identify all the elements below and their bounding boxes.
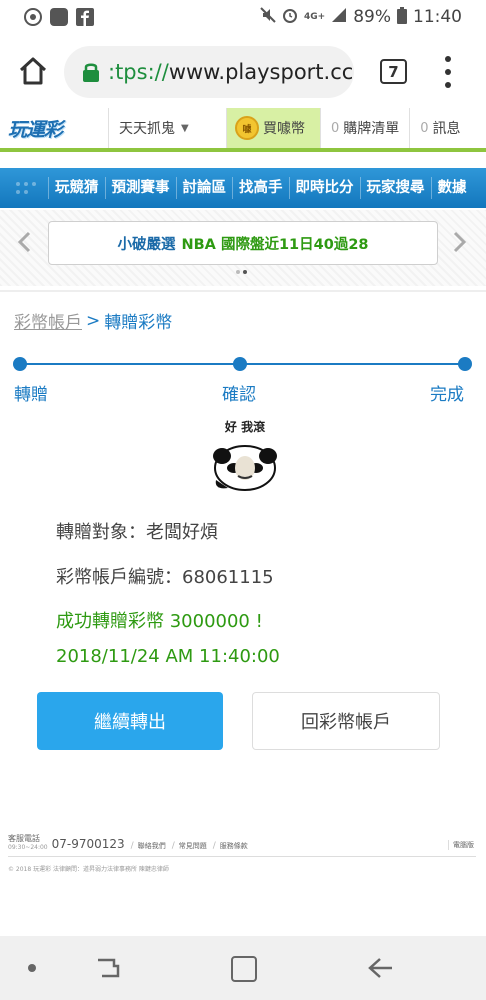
nav-item-forum[interactable]: 討論區	[175, 177, 233, 199]
section-divider	[0, 290, 486, 292]
step-dot-transfer	[13, 357, 27, 371]
line-icon	[50, 8, 68, 26]
step-dot-complete	[458, 357, 472, 371]
back-nav-icon[interactable]	[366, 956, 394, 980]
step-label-complete: 完成	[430, 385, 464, 405]
desktop-version-link[interactable]: 電腦版	[448, 840, 474, 850]
catch-ghost-dropdown[interactable]: 天天抓鬼 ▼	[108, 108, 226, 148]
footer-links-row: 客服電話 09:30~24:00 07-9700123 / 聯絡我們 / 常見問…	[8, 834, 248, 851]
nav-item-play[interactable]: 玩競猜	[48, 177, 105, 199]
nav-item-live-score[interactable]: 即時比分	[288, 177, 360, 199]
meme-sticker: 好 我滾	[208, 418, 282, 498]
footer-divider	[8, 856, 476, 857]
browser-toolbar: :tps://www.playsport.cc 7	[0, 36, 486, 106]
battery-percent: 89%	[353, 7, 391, 27]
nav-item-player-search[interactable]: 玩家搜尋	[359, 177, 431, 199]
status-bar: 4G+ 89% 11:40	[0, 0, 486, 34]
signal-icon	[331, 7, 347, 27]
pattern-decoration	[16, 182, 36, 194]
network-type: 4G+	[304, 12, 326, 22]
account-number-info: 彩幣帳戶編號：68061115	[56, 567, 274, 588]
lock-icon	[82, 62, 100, 82]
transfer-timestamp: 2018/11/24 AM 11:40:00	[56, 646, 280, 667]
carousel-next-icon[interactable]	[450, 230, 470, 254]
nav-indicator-dot	[28, 964, 36, 972]
step-label-confirm: 確認	[222, 385, 256, 405]
cart-link[interactable]: 0 購牌清單	[320, 108, 409, 148]
footer-phone[interactable]: 07-9700123	[52, 837, 125, 851]
site-footer: 客服電話 09:30~24:00 07-9700123 / 聯絡我們 / 常見問…	[0, 820, 486, 930]
overflow-menu-icon[interactable]	[438, 56, 458, 88]
success-message: 成功轉贈彩幣 3000000 !	[56, 611, 263, 632]
footer-link-faq[interactable]: 常見問題	[179, 841, 207, 851]
nav-item-stats[interactable]: 數據	[430, 177, 473, 199]
breadcrumb-current: 轉贈彩幣	[104, 313, 173, 333]
footer-link-contact[interactable]: 聯絡我們	[138, 841, 166, 851]
nav-item-predict[interactable]: 預測賽事	[104, 177, 176, 199]
facebook-icon	[76, 8, 94, 26]
breadcrumb: 彩幣帳戶 > 轉贈彩幣	[14, 308, 173, 334]
address-bar[interactable]: :tps://www.playsport.cc	[64, 46, 354, 98]
recent-apps-icon[interactable]	[94, 956, 122, 980]
back-to-account-button[interactable]: 回彩幣帳戶	[252, 692, 440, 750]
announcement-banner[interactable]: 小破嚴選 NBA 國際盤近11日40過28	[48, 221, 438, 265]
url-text: :tps://www.playsport.cc	[108, 60, 354, 84]
main-nav: 玩競猜 預測賽事 討論區 找高手 即時比分 玩家搜尋 數據	[0, 168, 486, 208]
chrome-icon	[24, 8, 42, 26]
carousel-pager	[236, 270, 247, 274]
continue-transfer-button[interactable]: 繼續轉出	[37, 692, 223, 750]
announcement-carousel: 小破嚴選 NBA 國際盤近11日40過28	[0, 210, 486, 286]
recipient-info: 轉贈對象：老闆好煩	[56, 522, 218, 543]
messages-link[interactable]: 0 訊息	[409, 108, 470, 148]
nav-item-experts[interactable]: 找高手	[232, 177, 289, 199]
step-label-transfer: 轉贈	[14, 385, 48, 405]
site-header: 玩運彩 天天抓鬼 ▼ 噱 買噱幣 0 購牌清單 0 訊息	[0, 108, 486, 152]
footer-link-terms[interactable]: 服務條款	[220, 841, 248, 851]
breadcrumb-separator: >	[86, 310, 101, 331]
battery-icon	[397, 6, 407, 28]
android-navigation-bar	[0, 936, 486, 1000]
clock: 11:40	[413, 7, 462, 27]
breadcrumb-coin-account[interactable]: 彩幣帳戶	[14, 308, 82, 333]
system-status: 4G+ 89% 11:40	[260, 6, 462, 28]
site-logo[interactable]: 玩運彩	[0, 108, 108, 148]
alarm-icon	[282, 7, 298, 27]
home-nav-icon[interactable]	[231, 956, 257, 982]
home-icon[interactable]	[16, 54, 50, 88]
notification-icons	[24, 8, 94, 26]
tab-switcher-button[interactable]: 7	[380, 59, 407, 84]
sticker-caption: 好 我滾	[224, 420, 266, 434]
buy-coins-button[interactable]: 噱 買噱幣	[226, 108, 320, 148]
caret-down-icon: ▼	[181, 122, 189, 134]
carousel-prev-icon[interactable]	[14, 230, 34, 254]
coin-icon: 噱	[235, 116, 259, 140]
footer-phone-block: 客服電話 09:30~24:00	[8, 834, 48, 851]
step-dot-confirm	[233, 357, 247, 371]
mute-icon	[260, 7, 276, 27]
footer-copyright: © 2018 玩運彩 法律顧問：道昇弱力法律事務所 陳鍵忠律師	[8, 866, 169, 873]
